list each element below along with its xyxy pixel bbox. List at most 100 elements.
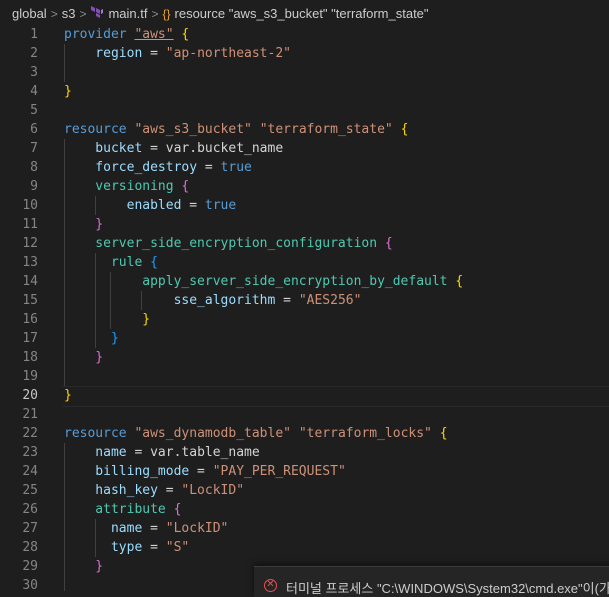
code-token: "S" bbox=[165, 540, 190, 555]
code-text: sse_algorithm = "AES256" bbox=[64, 291, 362, 310]
code-line[interactable]: 3 bbox=[0, 63, 609, 82]
code-text: apply_server_side_encryption_by_default … bbox=[64, 272, 463, 291]
code-token: = bbox=[275, 293, 299, 308]
terminal-error-notification[interactable]: ✕ 터미널 프로세스 "C:\WINDOWS\System32\cmd.exe"… bbox=[254, 566, 609, 597]
code-token: "terraform_locks" bbox=[298, 426, 432, 441]
code-line[interactable]: 1 provider "aws" { bbox=[0, 25, 609, 44]
code-line[interactable]: 5 bbox=[0, 101, 609, 120]
code-token: name bbox=[64, 445, 127, 460]
code-token: } bbox=[64, 559, 104, 574]
code-line[interactable]: 24 billing_mode = "PAY_PER_REQUEST" bbox=[0, 462, 609, 481]
code-line[interactable]: 10 enabled = true bbox=[0, 196, 609, 215]
code-token: = bbox=[189, 464, 213, 479]
code-line[interactable]: 4} bbox=[0, 82, 609, 101]
code-line[interactable]: 12 server_side_encryption_configuration … bbox=[0, 234, 609, 253]
line-number: 20 bbox=[22, 388, 38, 403]
chevron-right-icon: > bbox=[50, 6, 58, 21]
line-number: 2 bbox=[30, 46, 38, 61]
code-line[interactable]: 13 rule { bbox=[0, 253, 609, 272]
code-token: billing_mode bbox=[64, 464, 190, 479]
code-token: rule bbox=[64, 255, 143, 270]
code-line[interactable]: 20} bbox=[0, 386, 609, 405]
error-icon: ✕ bbox=[264, 579, 277, 592]
line-number: 8 bbox=[30, 160, 38, 175]
line-number: 1 bbox=[30, 27, 38, 42]
line-number: 7 bbox=[30, 141, 38, 156]
code-line[interactable]: 22 resource "aws_dynamodb_table" "terrafo… bbox=[0, 424, 609, 443]
code-token: force_destroy bbox=[64, 160, 198, 175]
code-token: "aws" bbox=[134, 27, 174, 42]
code-line[interactable]: 15 sse_algorithm = "AES256" bbox=[0, 291, 609, 310]
line-number: 28 bbox=[22, 540, 38, 555]
code-token: sse_algorithm bbox=[64, 293, 276, 308]
code-text: } bbox=[64, 82, 72, 101]
line-number: 14 bbox=[22, 274, 38, 289]
terraform-file-icon bbox=[90, 5, 104, 22]
line-number: 6 bbox=[30, 122, 38, 137]
code-editor[interactable]: 1 provider "aws" {2 region = "ap-northeas… bbox=[0, 25, 609, 593]
code-line[interactable]: 11 } bbox=[0, 215, 609, 234]
code-text: attribute { bbox=[64, 500, 181, 519]
code-token: = bbox=[181, 198, 205, 213]
code-token: "AES256" bbox=[298, 293, 362, 308]
line-number: 29 bbox=[22, 559, 38, 574]
code-line[interactable]: 21 bbox=[0, 405, 609, 424]
code-text: server_side_encryption_configuration { bbox=[64, 234, 393, 253]
code-line[interactable]: 6 resource "aws_s3_bucket" "terraform_sta… bbox=[0, 120, 609, 139]
code-text: } bbox=[64, 215, 103, 234]
line-number: 12 bbox=[22, 236, 38, 251]
code-text: name = "LockID" bbox=[64, 519, 228, 538]
code-line[interactable]: 17 } bbox=[0, 329, 609, 348]
code-token: { bbox=[384, 236, 393, 251]
code-text: billing_mode = "PAY_PER_REQUEST" bbox=[64, 462, 345, 481]
code-line[interactable]: 26 attribute { bbox=[0, 500, 609, 519]
code-token: resource bbox=[64, 426, 135, 441]
code-token: region bbox=[64, 46, 143, 61]
code-line[interactable]: 2 region = "ap-northeast-2" bbox=[0, 44, 609, 63]
code-token: "LockID" bbox=[165, 521, 229, 536]
breadcrumb-symbol[interactable]: resource "aws_s3_bucket" "terraform_stat… bbox=[175, 6, 429, 21]
breadcrumb-global[interactable]: global bbox=[12, 6, 47, 21]
code-text: enabled = true bbox=[64, 196, 237, 215]
code-token: server_side_encryption_configuration bbox=[64, 236, 378, 251]
code-line[interactable]: 16 } bbox=[0, 310, 609, 329]
code-token: "terraform_state" bbox=[259, 122, 393, 137]
line-number: 22 bbox=[22, 426, 38, 441]
code-line[interactable]: 18 } bbox=[0, 348, 609, 367]
code-token: "aws_dynamodb_table" bbox=[134, 426, 291, 441]
code-line[interactable]: 23 name = var.table_name bbox=[0, 443, 609, 462]
code-token: { bbox=[400, 122, 409, 137]
code-token: name bbox=[64, 521, 143, 536]
line-number: 19 bbox=[22, 369, 38, 384]
code-line[interactable]: 9 versioning { bbox=[0, 177, 609, 196]
code-text: resource "aws_s3_bucket" "terraform_stat… bbox=[64, 120, 408, 139]
code-line[interactable]: 14 apply_server_side_encryption_by_defau… bbox=[0, 272, 609, 291]
breadcrumb-s3[interactable]: s3 bbox=[62, 6, 76, 21]
code-line[interactable]: 27 name = "LockID" bbox=[0, 519, 609, 538]
breadcrumb-file[interactable]: main.tf bbox=[108, 6, 147, 21]
line-number: 24 bbox=[22, 464, 38, 479]
code-token: } bbox=[64, 350, 104, 365]
line-number: 5 bbox=[30, 103, 38, 118]
code-line[interactable]: 25 hash_key = "LockID" bbox=[0, 481, 609, 500]
line-number: 16 bbox=[22, 312, 38, 327]
code-line[interactable]: 8 force_destroy = true bbox=[0, 158, 609, 177]
code-token: = bbox=[157, 483, 182, 498]
code-line[interactable]: 28 type = "S" bbox=[0, 538, 609, 557]
line-number: 13 bbox=[22, 255, 38, 270]
code-token: "LockID" bbox=[181, 483, 245, 498]
code-line[interactable]: 19 bbox=[0, 367, 609, 386]
line-number: 25 bbox=[22, 483, 38, 498]
line-number: 18 bbox=[22, 350, 38, 365]
code-text: rule { bbox=[64, 253, 158, 272]
code-text: resource "aws_dynamodb_table" "terraform… bbox=[64, 424, 448, 443]
code-line[interactable]: 7 bucket = var.bucket_name bbox=[0, 139, 609, 158]
code-token: versioning bbox=[64, 179, 174, 194]
line-number: 11 bbox=[22, 217, 38, 232]
code-token: } bbox=[64, 312, 151, 327]
code-token: = bbox=[142, 521, 166, 536]
line-number: 10 bbox=[22, 198, 38, 213]
